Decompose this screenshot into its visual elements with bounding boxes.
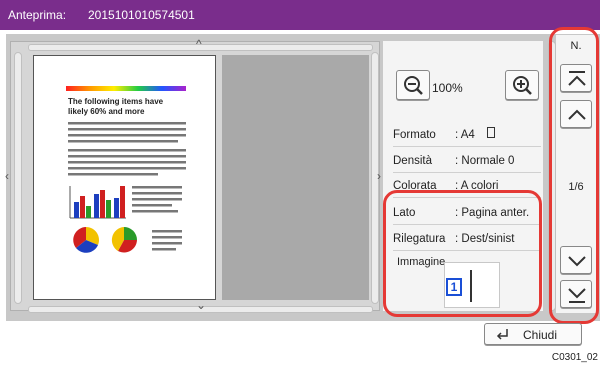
page-preview[interactable]: The following items have likely 60% and …	[33, 55, 216, 300]
document-id: 2015101010574501	[88, 8, 195, 22]
title-bar: Anteprima: 2015101010574501	[0, 0, 600, 30]
figure-code: C0301_02	[551, 352, 598, 363]
next-page-placeholder	[222, 55, 369, 300]
zoom-in-button[interactable]	[505, 70, 539, 100]
vertical-scroll-left[interactable]	[14, 52, 22, 304]
formato-value: : A4	[455, 129, 475, 141]
highlight-settings-outline	[383, 190, 542, 317]
zoom-in-icon	[513, 76, 532, 95]
svg-text:The following items have: The following items have	[68, 97, 164, 106]
densita-label: Densità	[393, 155, 432, 167]
info-row-formato: Formato : A4	[393, 121, 541, 147]
title-label: Anteprima:	[8, 8, 67, 22]
close-button[interactable]: Chiudi	[484, 323, 582, 345]
svg-text:likely 60% and more: likely 60% and more	[68, 107, 145, 116]
page-thumbnail-graphic: The following items have likely 60% and …	[66, 86, 186, 253]
info-row-densita: Densità : Normale 0	[393, 147, 541, 173]
formato-label: Formato	[393, 129, 436, 141]
zoom-out-button[interactable]	[396, 70, 430, 100]
highlight-pager-outline	[549, 27, 599, 324]
close-button-label: Chiudi	[523, 328, 558, 342]
scroll-down-icon[interactable]: ⌄	[196, 299, 206, 311]
densita-value: : Normale 0	[455, 155, 515, 167]
page-orientation-icon	[487, 127, 495, 138]
zoom-level: 100%	[432, 81, 463, 95]
scroll-left-icon[interactable]: ‹	[5, 170, 9, 182]
zoom-out-icon	[404, 76, 423, 95]
scroll-up-icon[interactable]: ^	[196, 38, 202, 50]
return-icon	[496, 329, 508, 340]
scroll-right-icon[interactable]: ›	[377, 170, 381, 182]
